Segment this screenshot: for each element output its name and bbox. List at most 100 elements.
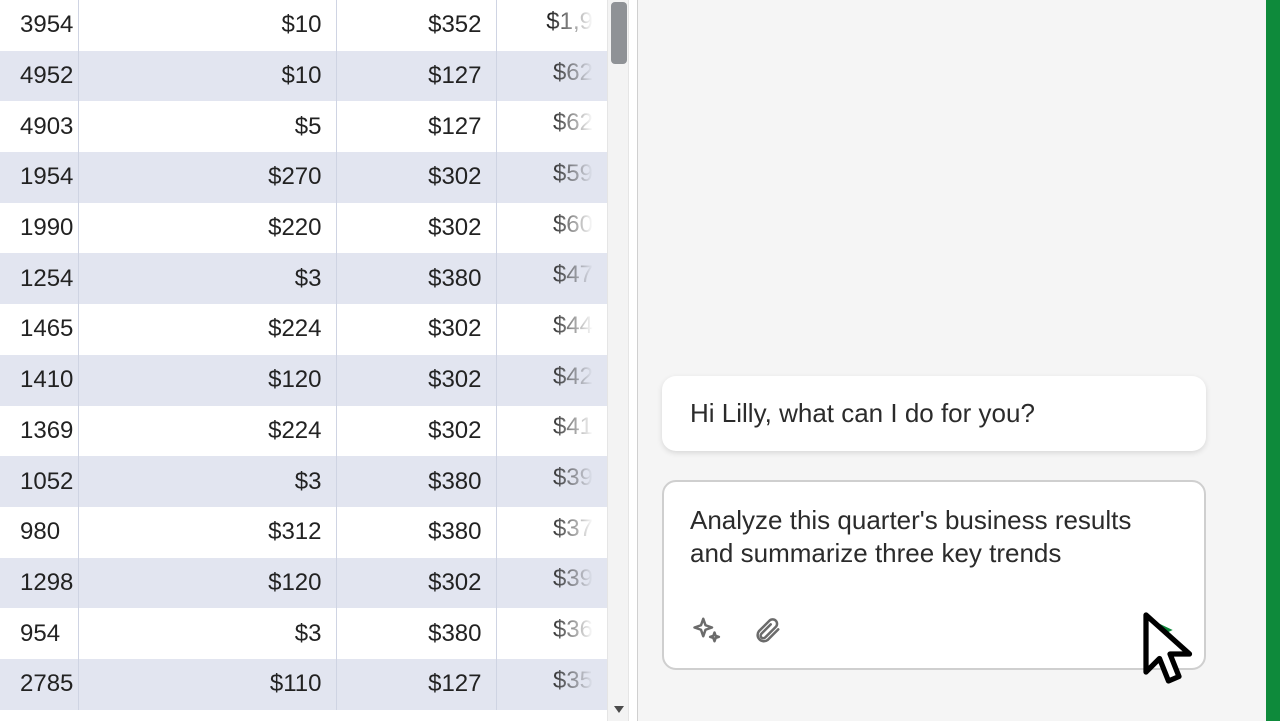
table-row[interactable]: 2785$110$127$35 [0, 659, 607, 710]
compose-input[interactable]: Analyze this quarter's business results … [690, 504, 1178, 608]
cell[interactable]: 1954 [0, 152, 78, 203]
cell[interactable]: $110 [78, 659, 336, 710]
cell[interactable]: $302 [336, 355, 496, 406]
panel-accent-bar [1266, 0, 1280, 721]
cell[interactable]: 3954 [0, 0, 78, 51]
table-row[interactable]: 1369$224$302$41 [0, 406, 607, 457]
cell-value: $39 [497, 565, 594, 593]
cell-value: $41 [497, 413, 594, 441]
table-row[interactable]: 1298$120$302$39 [0, 558, 607, 609]
chevron-down-icon[interactable] [613, 703, 625, 715]
cell[interactable]: $302 [336, 558, 496, 609]
spreadsheet-pane: 3954$10$352$1,94952$10$127$624903$5$127$… [0, 0, 638, 721]
cell[interactable]: $302 [336, 304, 496, 355]
table-row[interactable]: 1990$220$302$60 [0, 203, 607, 254]
cell-value: $62 [497, 109, 594, 137]
paperclip-icon[interactable] [750, 613, 784, 647]
cell[interactable]: $62 [496, 101, 607, 152]
cell[interactable]: $1,9 [496, 0, 607, 51]
cell[interactable]: $59 [496, 152, 607, 203]
cell[interactable]: $302 [336, 152, 496, 203]
cell[interactable]: $120 [78, 355, 336, 406]
cell-value: $60 [497, 211, 594, 239]
send-button[interactable] [1144, 613, 1178, 647]
cell-value: $59 [497, 160, 594, 188]
cell[interactable]: 2785 [0, 659, 78, 710]
table-row[interactable]: 1954$270$302$59 [0, 152, 607, 203]
data-table: 3954$10$352$1,94952$10$127$624903$5$127$… [0, 0, 607, 710]
cell[interactable]: $220 [78, 203, 336, 254]
cell-value: $62 [497, 59, 594, 87]
cell[interactable]: $120 [78, 558, 336, 609]
cell[interactable]: 1298 [0, 558, 78, 609]
cell[interactable]: $302 [336, 406, 496, 457]
table-row[interactable]: 954$3$380$36 [0, 608, 607, 659]
cell[interactable]: $42 [496, 355, 607, 406]
cell[interactable]: 980 [0, 507, 78, 558]
copilot-panel: Hi Lilly, what can I do for you? Analyze… [638, 0, 1280, 721]
cell[interactable]: $352 [336, 0, 496, 51]
table-row[interactable]: 4952$10$127$62 [0, 51, 607, 102]
cell-value: $47 [497, 261, 594, 289]
cell[interactable]: 1990 [0, 203, 78, 254]
cell[interactable]: 1465 [0, 304, 78, 355]
cell-value: $37 [497, 515, 594, 543]
table-row[interactable]: 4903$5$127$62 [0, 101, 607, 152]
vertical-scrollbar[interactable] [607, 0, 629, 721]
cell[interactable]: $39 [496, 558, 607, 609]
cell[interactable]: $44 [496, 304, 607, 355]
cell[interactable]: $312 [78, 507, 336, 558]
cell[interactable]: $62 [496, 51, 607, 102]
spreadsheet-viewport[interactable]: 3954$10$352$1,94952$10$127$624903$5$127$… [0, 0, 607, 721]
cell[interactable]: $380 [336, 456, 496, 507]
cell[interactable]: $380 [336, 253, 496, 304]
cell[interactable]: $380 [336, 507, 496, 558]
cell[interactable]: $302 [336, 203, 496, 254]
cell[interactable]: 954 [0, 608, 78, 659]
compose-actions [690, 608, 1178, 652]
cell[interactable]: $36 [496, 608, 607, 659]
cell[interactable]: $10 [78, 0, 336, 51]
cell[interactable]: $127 [336, 51, 496, 102]
cell[interactable]: 1052 [0, 456, 78, 507]
cell-value: $44 [497, 312, 594, 340]
cell[interactable]: $3 [78, 456, 336, 507]
cell[interactable]: 1369 [0, 406, 78, 457]
cell[interactable]: 4952 [0, 51, 78, 102]
cell[interactable]: $5 [78, 101, 336, 152]
scrollbar-thumb[interactable] [611, 2, 627, 64]
cell[interactable]: $47 [496, 253, 607, 304]
cell[interactable]: 1254 [0, 253, 78, 304]
cell[interactable]: $380 [336, 608, 496, 659]
cell[interactable]: $39 [496, 456, 607, 507]
cell[interactable]: $224 [78, 304, 336, 355]
table-row[interactable]: 1254$3$380$47 [0, 253, 607, 304]
table-row[interactable]: 1052$3$380$39 [0, 456, 607, 507]
cell-value: $1,9 [497, 8, 594, 36]
cell[interactable]: 4903 [0, 101, 78, 152]
cell[interactable]: $127 [336, 101, 496, 152]
cell[interactable]: $224 [78, 406, 336, 457]
cell[interactable]: $10 [78, 51, 336, 102]
table-row[interactable]: 1465$224$302$44 [0, 304, 607, 355]
cell-value: $39 [497, 464, 594, 492]
cell[interactable]: $60 [496, 203, 607, 254]
table-row[interactable]: 3954$10$352$1,9 [0, 0, 607, 51]
table-row[interactable]: 980$312$380$37 [0, 507, 607, 558]
cell-value: $35 [497, 667, 594, 695]
cell[interactable]: $37 [496, 507, 607, 558]
cell[interactable]: $35 [496, 659, 607, 710]
sparkle-icon[interactable] [690, 613, 724, 647]
cell-value: $42 [497, 363, 594, 391]
cell-value: $36 [497, 616, 594, 644]
cell[interactable]: $3 [78, 253, 336, 304]
cell[interactable]: 1410 [0, 355, 78, 406]
cell[interactable]: $270 [78, 152, 336, 203]
compose-box[interactable]: Analyze this quarter's business results … [662, 480, 1206, 670]
cell[interactable]: $41 [496, 406, 607, 457]
cell[interactable]: $3 [78, 608, 336, 659]
app-root: 3954$10$352$1,94952$10$127$624903$5$127$… [0, 0, 1280, 721]
cell[interactable]: $127 [336, 659, 496, 710]
assistant-message-text: Hi Lilly, what can I do for you? [690, 398, 1035, 428]
table-row[interactable]: 1410$120$302$42 [0, 355, 607, 406]
